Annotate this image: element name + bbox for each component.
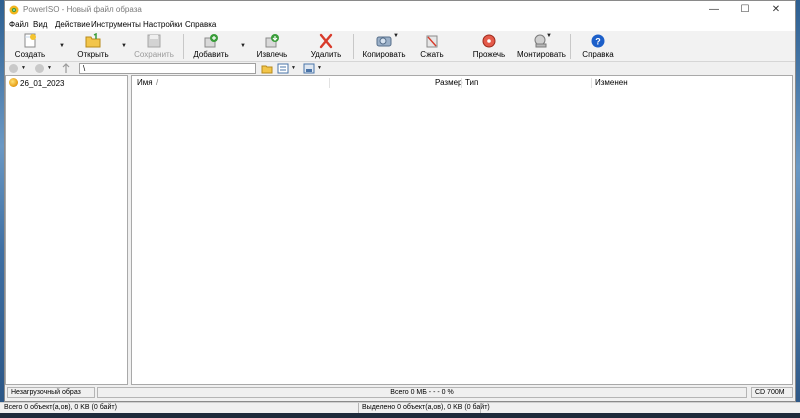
delete-x-icon bbox=[319, 33, 333, 49]
menu-action[interactable]: Действие bbox=[55, 20, 90, 29]
column-separator[interactable] bbox=[591, 78, 592, 88]
menu-settings[interactable]: Настройки bbox=[143, 20, 182, 29]
poweriso-window: PowerISO - Новый файл образа — ☐ ✕ Файл … bbox=[4, 0, 796, 402]
taskbar-edge bbox=[0, 413, 800, 418]
maximize-button[interactable]: ☐ bbox=[730, 1, 760, 18]
new-document-icon bbox=[24, 33, 36, 48]
disk-view-icon[interactable] bbox=[303, 63, 315, 74]
close-button[interactable]: ✕ bbox=[761, 1, 791, 18]
add-files-icon bbox=[204, 34, 218, 48]
column-header-name[interactable]: Имя bbox=[137, 76, 153, 90]
menu-bar: Файл Вид Действие Инструменты Настройки … bbox=[5, 18, 795, 31]
forward-dropdown-arrow[interactable]: ▼ bbox=[47, 65, 53, 71]
disk-view-dropdown-arrow[interactable]: ▼ bbox=[317, 65, 323, 71]
main-toolbar: Создать ▼ Открыть ▼ Сохранить Добавить ▼… bbox=[5, 31, 795, 62]
extract-icon bbox=[265, 34, 279, 48]
file-list-pane: Имя / Размер Тип Изменен bbox=[131, 75, 793, 385]
title-bar: PowerISO - Новый файл образа — ☐ ✕ bbox=[5, 1, 795, 18]
toolbar-separator bbox=[353, 34, 354, 59]
sort-indicator: / bbox=[156, 78, 159, 87]
browse-folder-icon[interactable] bbox=[261, 63, 273, 74]
save-button[interactable]: Сохранить bbox=[133, 33, 175, 61]
copy-disc-icon bbox=[376, 36, 392, 47]
open-label: Открыть bbox=[77, 50, 109, 59]
column-header-modified[interactable]: Изменен bbox=[595, 76, 628, 90]
cd-image-icon bbox=[9, 78, 18, 87]
save-disk-icon bbox=[147, 34, 161, 48]
tree-root-item[interactable]: 26_01_2023 bbox=[9, 78, 65, 88]
column-header-size[interactable]: Размер bbox=[435, 76, 463, 90]
extract-label: Извлечь bbox=[256, 50, 288, 59]
selected-objects-status: Выделено 0 объект(а,ов), 0 KB (0 байт) bbox=[362, 404, 490, 411]
add-button[interactable]: Добавить bbox=[191, 33, 231, 61]
open-dropdown-arrow[interactable]: ▼ bbox=[121, 43, 127, 49]
open-button[interactable]: Открыть bbox=[75, 33, 111, 61]
toolbar-separator bbox=[570, 34, 571, 59]
create-label: Создать bbox=[14, 50, 46, 59]
compress-icon bbox=[426, 35, 438, 48]
menu-help[interactable]: Справка bbox=[185, 20, 216, 29]
poweriso-app-icon bbox=[9, 5, 19, 15]
up-folder-icon[interactable] bbox=[61, 63, 71, 74]
forward-icon[interactable] bbox=[35, 64, 44, 73]
path-input[interactable] bbox=[79, 63, 256, 74]
create-button[interactable]: Создать bbox=[13, 33, 47, 61]
delete-button[interactable]: Удалить bbox=[309, 33, 343, 61]
menu-file[interactable]: Файл bbox=[9, 20, 29, 29]
add-dropdown-arrow[interactable]: ▼ bbox=[240, 43, 246, 49]
help-button[interactable]: ? Справка bbox=[581, 33, 615, 61]
minimize-button[interactable]: — bbox=[699, 1, 729, 18]
copy-dropdown-arrow[interactable]: ▼ bbox=[393, 33, 399, 39]
column-separator[interactable] bbox=[329, 78, 330, 88]
desktop-background-right bbox=[796, 0, 800, 418]
address-bar: ▼ ▼ ▼ ▼ bbox=[5, 63, 795, 75]
burn-label: Прожечь bbox=[472, 50, 506, 59]
create-dropdown-arrow[interactable]: ▼ bbox=[59, 43, 65, 49]
image-status-bar: Незагрузочный образ Всего 0 MБ - - - 0 %… bbox=[5, 387, 795, 399]
menu-tools[interactable]: Инструменты bbox=[91, 20, 141, 29]
burn-button[interactable]: Прожечь bbox=[471, 33, 507, 61]
help-question-icon: ? bbox=[591, 34, 605, 48]
mount-label: Монтировать bbox=[517, 50, 566, 59]
boot-status: Незагрузочный образ bbox=[7, 387, 95, 398]
compress-label: Сжать bbox=[420, 50, 444, 59]
mount-button[interactable]: Монтировать bbox=[517, 33, 566, 61]
save-label: Сохранить bbox=[134, 50, 174, 59]
media-size-select[interactable]: CD 700M bbox=[751, 387, 793, 398]
copy-label: Копировать bbox=[362, 50, 406, 59]
view-mode-dropdown-arrow[interactable]: ▼ bbox=[291, 65, 297, 71]
copy-button[interactable]: Копировать bbox=[361, 33, 407, 61]
selection-status-bar: Всего 0 объект(а,ов), 0 KB (0 байт) Выде… bbox=[0, 402, 800, 414]
back-icon[interactable] bbox=[9, 64, 18, 73]
column-separator[interactable] bbox=[461, 78, 462, 88]
back-dropdown-arrow[interactable]: ▼ bbox=[21, 65, 27, 71]
window-title: PowerISO - Новый файл образа bbox=[23, 5, 142, 14]
column-header-type[interactable]: Тип bbox=[465, 76, 478, 90]
burn-disc-icon bbox=[482, 34, 496, 48]
extract-button[interactable]: Извлечь bbox=[255, 33, 289, 61]
delete-label: Удалить bbox=[310, 50, 342, 59]
compress-button[interactable]: Сжать bbox=[417, 33, 447, 61]
capacity-status: Всего 0 MБ - - - 0 % bbox=[97, 387, 747, 398]
folder-tree-pane: 26_01_2023 bbox=[5, 75, 128, 385]
total-objects-status: Всего 0 объект(а,ов), 0 KB (0 байт) bbox=[4, 404, 117, 411]
tree-root-label: 26_01_2023 bbox=[20, 79, 65, 88]
toolbar-separator bbox=[183, 34, 184, 59]
help-label: Справка bbox=[582, 50, 614, 59]
add-label: Добавить bbox=[193, 50, 229, 59]
open-folder-icon bbox=[85, 33, 101, 48]
view-mode-icon[interactable] bbox=[277, 63, 289, 74]
mount-dropdown-arrow[interactable]: ▼ bbox=[546, 33, 552, 39]
svg-text:?: ? bbox=[595, 37, 601, 47]
menu-view[interactable]: Вид bbox=[33, 20, 47, 29]
